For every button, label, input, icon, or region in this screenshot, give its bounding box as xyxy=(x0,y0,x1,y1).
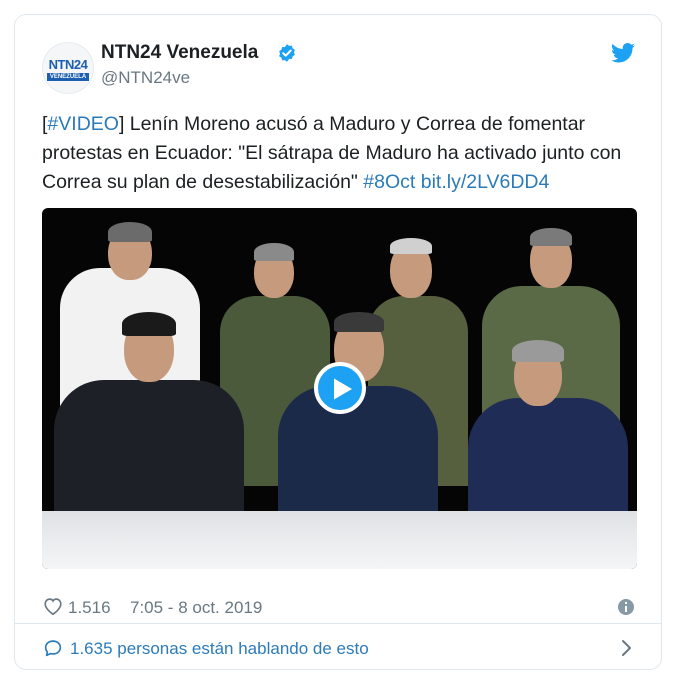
heart-icon[interactable] xyxy=(42,595,64,617)
play-button[interactable] xyxy=(314,362,366,414)
avatar[interactable]: NTN24 VENEZUELA xyxy=(42,42,94,94)
play-icon xyxy=(334,378,352,400)
tweet-text: [#VIDEO] Lenín Moreno acusó a Maduro y C… xyxy=(42,110,642,197)
video-frame-desk xyxy=(42,511,637,569)
tweet-card: NTN24 VENEZUELA NTN24 Venezuela @NTN24ve… xyxy=(14,14,662,670)
account-handle[interactable]: @NTN24ve xyxy=(101,68,190,88)
verified-badge-icon xyxy=(279,44,295,62)
conversation-link[interactable]: 1.635 personas están hablando de esto xyxy=(70,639,369,659)
video-player[interactable] xyxy=(42,208,637,569)
chevron-right-icon[interactable] xyxy=(621,639,633,657)
display-name[interactable]: NTN24 Venezuela xyxy=(101,42,258,64)
hashtag-8oct-link[interactable]: #8Oct xyxy=(363,171,415,193)
hashtag-video-link[interactable]: #VIDEO xyxy=(47,113,119,135)
short-url-link[interactable]: bit.ly/2LV6DD4 xyxy=(421,171,550,193)
tweet-timestamp[interactable]: 7:05 - 8 oct. 2019 xyxy=(130,598,262,618)
reply-bubble-icon xyxy=(44,640,62,657)
footer-divider xyxy=(15,623,661,624)
avatar-strip-text: VENEZUELA xyxy=(47,73,89,81)
avatar-logo-text: NTN24 xyxy=(48,57,88,72)
twitter-bird-icon[interactable] xyxy=(611,43,635,63)
like-count[interactable]: 1.516 xyxy=(68,598,111,618)
info-icon[interactable] xyxy=(618,599,634,615)
